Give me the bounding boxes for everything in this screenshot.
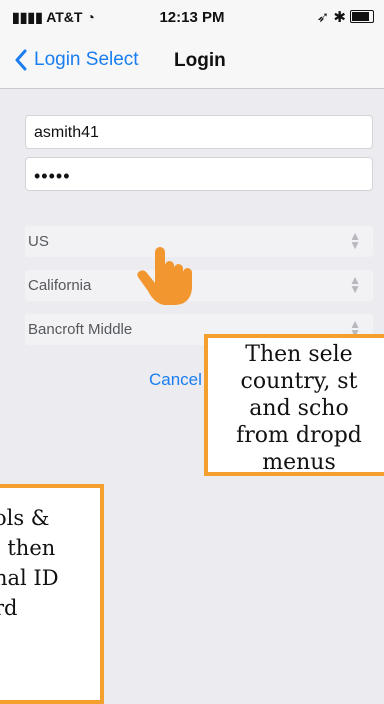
select-arrows-icon: ▲ ▼ <box>349 229 361 252</box>
country-select-value: US <box>28 233 49 250</box>
callout-line: menus <box>262 450 336 475</box>
bluetooth-icon: ✱ <box>333 9 346 26</box>
page-title: Login <box>174 50 226 71</box>
callout-line: , then <box>0 536 56 560</box>
navigation-bar: Login Select Login <box>0 36 384 89</box>
callout-line: rd <box>0 596 18 620</box>
school-select-value: Bancroft Middle <box>28 321 133 338</box>
username-value: asmith41 <box>34 124 99 141</box>
battery-icon <box>350 10 374 23</box>
instruction-callout-left: ols & , then nal ID rd <box>0 484 104 704</box>
cancel-button[interactable]: Cancel <box>149 370 202 390</box>
callout-line: and scho <box>249 396 349 421</box>
back-button[interactable]: Login Select <box>14 49 139 71</box>
status-bar: ▮▮▮▮ AT&T ◔ 12:13 PM ➶ ✱ <box>0 0 384 36</box>
pointing-hand-icon <box>137 247 192 305</box>
username-field[interactable]: asmith41 <box>25 115 373 149</box>
location-icon: ➶ <box>316 9 330 26</box>
chevron-left-icon <box>15 49 27 71</box>
select-arrows-icon: ▲ ▼ <box>349 273 361 296</box>
callout-line: Then sele <box>245 342 353 367</box>
callout-line: ols & <box>0 506 50 530</box>
state-select-value: California <box>28 277 92 294</box>
instruction-callout-right: Then sele country, st and scho from drop… <box>204 334 384 476</box>
password-value: ••••• <box>34 166 71 186</box>
callout-line: country, st <box>240 369 358 394</box>
status-icons: ➶ ✱ <box>317 8 374 26</box>
callout-line: nal ID <box>0 566 59 590</box>
callout-line: from dropd <box>236 423 362 448</box>
password-field[interactable]: ••••• <box>25 157 373 191</box>
back-label: Login Select <box>34 49 139 70</box>
